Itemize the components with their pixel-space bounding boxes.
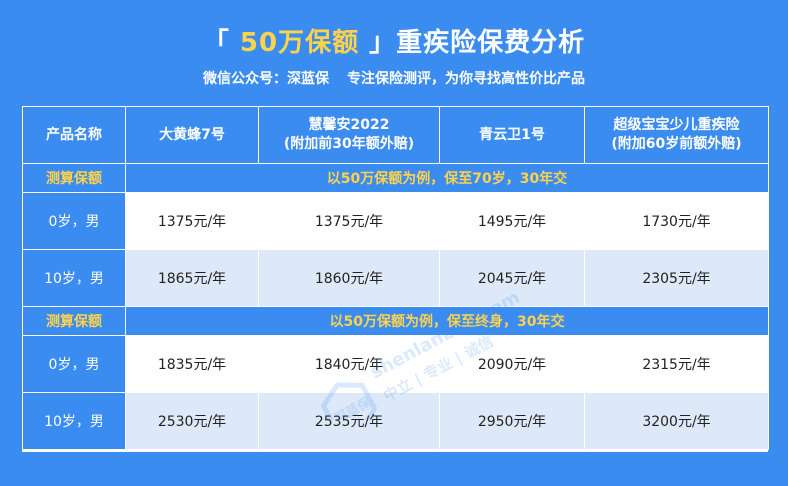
section-condition: 以50万保额为例，保至70岁，30年交 (125, 163, 769, 193)
premium-cell: 2045元/年 (439, 249, 585, 307)
premium-cell: 1375元/年 (258, 192, 440, 250)
row-label: 10岁，男 (22, 392, 126, 450)
header-cell: 超级宝宝少儿重疾险 (附加60岁前额外赔) (584, 106, 769, 164)
row-label: 10岁，男 (22, 249, 126, 307)
section-band: 测算保额 以50万保额为例，保至终身，30年交 (22, 306, 769, 336)
section-label: 测算保额 (22, 163, 126, 193)
section-label: 测算保额 (22, 306, 126, 336)
table-row: 0岁，男 1375元/年 1375元/年 1495元/年 1730元/年 (22, 192, 769, 250)
premium-cell: 1840元/年 (258, 335, 440, 393)
premium-cell: 1860元/年 (258, 249, 440, 307)
premium-cell: 2950元/年 (439, 392, 585, 450)
section-condition: 以50万保额为例，保至终身，30年交 (125, 306, 769, 336)
premium-cell: 1375元/年 (125, 192, 259, 250)
title-bracket-open: 「 (202, 28, 230, 58)
header-cell: 产品名称 (22, 106, 126, 164)
header-cell: 慧馨安2022 (附加前30年额外赔) (258, 106, 440, 164)
header-cell: 青云卫1号 (439, 106, 585, 164)
premium-cell: 1865元/年 (125, 249, 259, 307)
row-label: 0岁，男 (22, 335, 126, 393)
premium-cell: 1730元/年 (584, 192, 769, 250)
premium-cell: 1835元/年 (125, 335, 259, 393)
subtitle: 微信公众号：深蓝保 专注保险测评，为你寻找高性价比产品 (0, 68, 788, 88)
premium-cell: 2305元/年 (584, 249, 769, 307)
table-row: 10岁，男 1865元/年 1860元/年 2045元/年 2305元/年 (22, 249, 769, 307)
premium-cell: 2090元/年 (439, 335, 585, 393)
header: 「 50万保额 」重疾险保费分析 微信公众号：深蓝保 专注保险测评，为你寻找高性价… (0, 0, 788, 100)
premium-cell: 3200元/年 (584, 392, 769, 450)
table-row: 10岁，男 2530元/年 2535元/年 2950元/年 3200元/年 (22, 392, 769, 450)
title-bracket-close: 」 (369, 28, 397, 58)
table-row: 0岁，男 1835元/年 1840元/年 2090元/年 2315元/年 (22, 335, 769, 393)
subtitle-left: 微信公众号：深蓝保 (203, 71, 329, 87)
section-band: 测算保额 以50万保额为例，保至70岁，30年交 (22, 163, 769, 193)
premium-cell: 2530元/年 (125, 392, 259, 450)
subtitle-right: 专注保险测评，为你寻找高性价比产品 (347, 71, 585, 87)
row-label: 0岁，男 (22, 192, 126, 250)
page-title: 「 50万保额 」重疾险保费分析 (0, 22, 788, 59)
premium-table-container: 产品名称 大黄蜂7号 慧馨安2022 (附加前30年额外赔) 青云卫1号 超级宝宝… (22, 106, 769, 452)
header-cell: 大黄蜂7号 (125, 106, 259, 164)
premium-table: 产品名称 大黄蜂7号 慧馨安2022 (附加前30年额外赔) 青云卫1号 超级宝宝… (22, 106, 769, 450)
title-rest: 重疾险保费分析 (396, 28, 586, 58)
premium-cell: 2535元/年 (258, 392, 440, 450)
title-highlight: 50万保额 (229, 28, 370, 58)
premium-cell: 2315元/年 (584, 335, 769, 393)
table-header-row: 产品名称 大黄蜂7号 慧馨安2022 (附加前30年额外赔) 青云卫1号 超级宝宝… (22, 106, 769, 164)
premium-cell: 1495元/年 (439, 192, 585, 250)
